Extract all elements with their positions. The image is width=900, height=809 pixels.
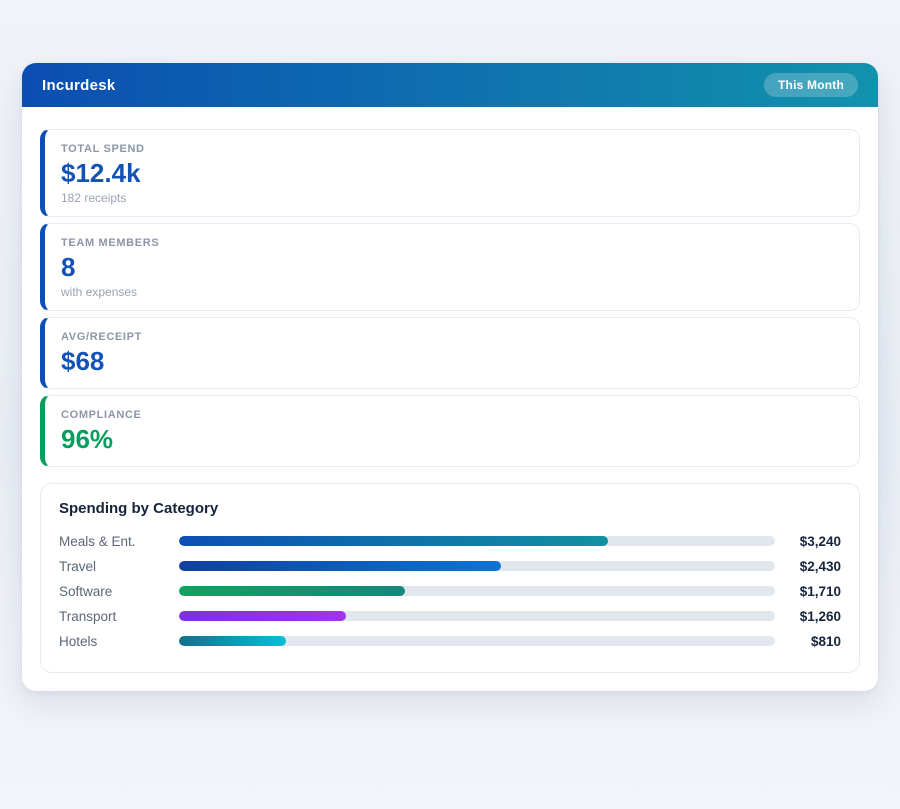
category-value: $3,240 (775, 534, 841, 549)
category-row: Travel $2,430 (59, 554, 841, 579)
category-bar-track (179, 611, 775, 621)
category-bar-track (179, 636, 775, 646)
category-bar-track (179, 586, 775, 596)
stat-caption: with expenses (61, 285, 843, 299)
stat-label: TOTAL SPEND (61, 143, 843, 155)
category-bar-fill (179, 611, 346, 621)
category-label: Transport (59, 609, 179, 624)
category-value: $810 (775, 634, 841, 649)
category-value: $1,260 (775, 609, 841, 624)
category-bar-fill (179, 636, 286, 646)
stat-label: TEAM MEMBERS (61, 237, 843, 249)
category-value: $2,430 (775, 559, 841, 574)
spending-by-category-card: Spending by Category Meals & Ent. $3,240… (40, 483, 860, 673)
stat-card-avg-receipt: AVG/RECEIPT $68 (40, 317, 860, 389)
dashboard-card: Incurdesk This Month TOTAL SPEND $12.4k … (22, 63, 878, 691)
category-bar-fill (179, 561, 501, 571)
category-label: Software (59, 584, 179, 599)
stat-caption: 182 receipts (61, 191, 843, 205)
stat-value: 8 (61, 253, 843, 283)
app-header: Incurdesk This Month (22, 63, 878, 107)
stat-card-total-spend: TOTAL SPEND $12.4k 182 receipts (40, 129, 860, 217)
category-label: Hotels (59, 634, 179, 649)
stat-card-team-members: TEAM MEMBERS 8 with expenses (40, 223, 860, 311)
stat-card-compliance: COMPLIANCE 96% (40, 395, 860, 467)
section-title: Spending by Category (59, 500, 841, 517)
category-row: Software $1,710 (59, 579, 841, 604)
dashboard-content: TOTAL SPEND $12.4k 182 receipts TEAM MEM… (22, 107, 878, 691)
stat-label: COMPLIANCE (61, 409, 843, 421)
period-badge[interactable]: This Month (764, 73, 858, 97)
stat-value: $68 (61, 347, 843, 377)
category-row: Transport $1,260 (59, 604, 841, 629)
category-bar-fill (179, 536, 608, 546)
stat-label: AVG/RECEIPT (61, 331, 843, 343)
category-bar-fill (179, 586, 405, 596)
category-label: Meals & Ent. (59, 534, 179, 549)
category-bar-track (179, 536, 775, 546)
category-row: Meals & Ent. $3,240 (59, 529, 841, 554)
app-title: Incurdesk (42, 77, 116, 94)
stat-value: 96% (61, 425, 843, 455)
category-bar-track (179, 561, 775, 571)
stat-value: $12.4k (61, 159, 843, 189)
category-value: $1,710 (775, 584, 841, 599)
category-label: Travel (59, 559, 179, 574)
category-row: Hotels $810 (59, 629, 841, 654)
